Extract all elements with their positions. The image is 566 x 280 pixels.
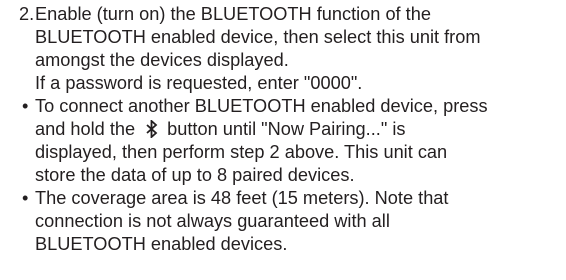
- bullet-line: store the data of up to 8 paired devices…: [35, 165, 355, 185]
- bullet-line-text: button until "Now Pairing..." is: [167, 119, 406, 139]
- bullet-item-pairing: • To connect another BLUETOOTH enabled d…: [0, 95, 566, 187]
- bullet-line: The coverage area is 48 feet (15 meters)…: [35, 188, 449, 208]
- bullet-line: BLUETOOTH enabled devices.: [35, 234, 288, 254]
- bullet-line: displayed, then perform step 2 above. Th…: [35, 142, 448, 162]
- bullet-mark: •: [22, 96, 29, 116]
- bullet-item-coverage: • The coverage area is 48 feet (15 meter…: [0, 187, 566, 256]
- instruction-block: 2. Enable (turn on) the BLUETOOTH functi…: [0, 3, 566, 256]
- bullet-line-with-icon: and hold the button until "Now Pairing...…: [35, 118, 566, 141]
- step-text-line-2: BLUETOOTH enabled device, then select th…: [35, 27, 481, 47]
- step-text-line-3: amongst the devices displayed.: [35, 50, 289, 70]
- bullet-mark: •: [22, 188, 29, 208]
- bullet-line-text: and hold the: [35, 119, 136, 139]
- bluetooth-icon: [145, 120, 159, 138]
- step-text-line-1: Enable (turn on) the BLUETOOTH function …: [35, 4, 431, 24]
- bullet-line: To connect another BLUETOOTH enabled dev…: [35, 96, 488, 116]
- password-note: If a password is requested, enter "0000"…: [35, 73, 363, 93]
- bullet-line: connection is not always guaranteed with…: [35, 211, 390, 231]
- step-number: 2.: [19, 4, 35, 24]
- bullet-list: • To connect another BLUETOOTH enabled d…: [0, 95, 566, 256]
- step-2: 2. Enable (turn on) the BLUETOOTH functi…: [0, 3, 566, 95]
